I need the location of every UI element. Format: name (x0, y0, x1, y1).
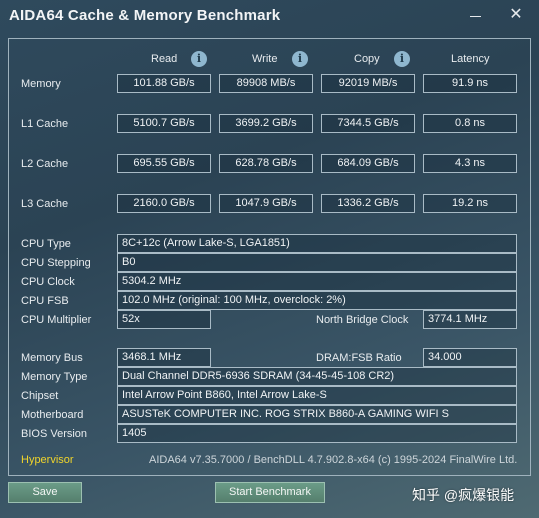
memory-write-value: 89908 MB/s (219, 74, 313, 93)
l2-latency-value: 4.3 ns (423, 154, 517, 173)
memory-latency-value: 91.9 ns (423, 74, 517, 93)
l2-copy-value: 684.09 GB/s (321, 154, 415, 173)
write-info-icon[interactable]: i (292, 51, 308, 67)
cpu-type-value: 8C+12c (Arrow Lake-S, LGA1851) (117, 234, 517, 253)
nb-clock-value: 3774.1 MHz (423, 310, 517, 329)
cpu-fsb-label: CPU FSB (21, 295, 69, 307)
l1-latency-value: 0.8 ns (423, 114, 517, 133)
header-write: Write (252, 53, 278, 65)
l1-row-label: L1 Cache (21, 118, 69, 130)
memory-bus-label: Memory Bus (21, 352, 83, 364)
start-benchmark-button[interactable]: Start Benchmark (215, 482, 325, 503)
nb-clock-label: North Bridge Clock (316, 314, 409, 326)
bios-version-value: 1405 (117, 424, 517, 443)
memory-type-value: Dual Channel DDR5-6936 SDRAM (34-45-45-1… (117, 367, 517, 386)
bios-version-label: BIOS Version (21, 428, 88, 440)
copy-info-icon[interactable]: i (394, 51, 410, 67)
memory-bus-value: 3468.1 MHz (117, 348, 211, 367)
motherboard-label: Motherboard (21, 409, 84, 421)
l3-read-value: 2160.0 GB/s (117, 194, 211, 213)
window-title: AIDA64 Cache & Memory Benchmark (9, 7, 281, 24)
l1-write-value: 3699.2 GB/s (219, 114, 313, 133)
cpu-multiplier-value: 52x (117, 310, 211, 329)
memory-type-label: Memory Type (21, 371, 88, 383)
header-latency: Latency (451, 53, 490, 65)
cpu-stepping-label: CPU Stepping (21, 257, 91, 269)
dram-fsb-ratio-label: DRAM:FSB Ratio (316, 352, 402, 364)
l3-latency-value: 19.2 ns (423, 194, 517, 213)
memory-row-label: Memory (21, 78, 61, 90)
l1-read-value: 5100.7 GB/s (117, 114, 211, 133)
l2-write-value: 628.78 GB/s (219, 154, 313, 173)
chipset-value: Intel Arrow Point B860, Intel Arrow Lake… (117, 386, 517, 405)
dram-fsb-ratio-value: 34.000 (423, 348, 517, 367)
cpu-fsb-value: 102.0 MHz (original: 100 MHz, overclock:… (117, 291, 517, 310)
cpu-clock-value: 5304.2 MHz (117, 272, 517, 291)
minimize-icon (469, 15, 481, 17)
l1-copy-value: 7344.5 GB/s (321, 114, 415, 133)
memory-copy-value: 92019 MB/s (321, 74, 415, 93)
cpu-clock-label: CPU Clock (21, 276, 75, 288)
read-info-icon[interactable]: i (191, 51, 207, 67)
close-button[interactable]: ✕ (503, 4, 529, 26)
l3-copy-value: 1336.2 GB/s (321, 194, 415, 213)
cpu-stepping-value: B0 (117, 253, 517, 272)
close-icon: ✕ (509, 6, 523, 23)
title-bar: AIDA64 Cache & Memory Benchmark ✕ (0, 0, 539, 33)
hypervisor-label: Hypervisor (21, 454, 74, 466)
l2-read-value: 695.55 GB/s (117, 154, 211, 173)
version-info: AIDA64 v7.35.7000 / BenchDLL 4.7.902.8-x… (149, 454, 518, 466)
header-copy: Copy (354, 53, 380, 65)
cpu-type-label: CPU Type (21, 238, 71, 250)
minimize-button[interactable] (462, 4, 488, 26)
chipset-label: Chipset (21, 390, 59, 402)
header-read: Read (151, 53, 178, 65)
l3-row-label: L3 Cache (21, 198, 69, 210)
memory-read-value: 101.88 GB/s (117, 74, 211, 93)
motherboard-value: ASUSTeK COMPUTER INC. ROG STRIX B860-A G… (117, 405, 517, 424)
watermark: 知乎 @疯爆银能 (412, 487, 515, 503)
l2-row-label: L2 Cache (21, 158, 69, 170)
save-button[interactable]: Save (8, 482, 82, 503)
l3-write-value: 1047.9 GB/s (219, 194, 313, 213)
cpu-multiplier-label: CPU Multiplier (21, 314, 92, 326)
